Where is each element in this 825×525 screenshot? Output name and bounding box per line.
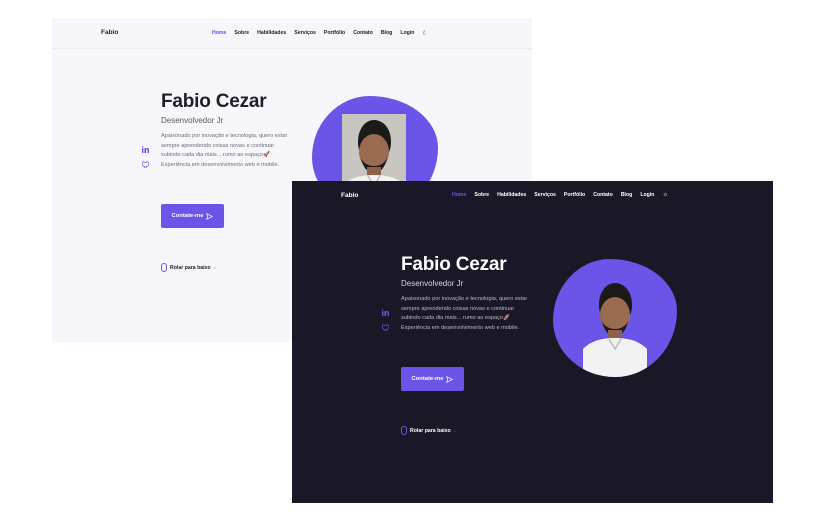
nav-blog[interactable]: Blog bbox=[621, 192, 633, 198]
nav-menu: Home Sobre Habilidades Serviços Portfóli… bbox=[452, 192, 668, 198]
logo[interactable]: Fabio bbox=[101, 29, 118, 36]
linkedin-icon[interactable] bbox=[142, 146, 149, 153]
contact-button-label: Contate-me bbox=[171, 213, 204, 219]
github-icon[interactable] bbox=[142, 161, 149, 169]
scroll-down[interactable]: Rolar para baixo ↓ bbox=[161, 263, 216, 272]
nav-sobre[interactable]: Sobre bbox=[474, 192, 489, 198]
send-icon bbox=[446, 375, 454, 383]
social-links bbox=[382, 309, 389, 332]
nav-login[interactable]: Login bbox=[640, 192, 654, 198]
mouse-icon bbox=[401, 426, 407, 435]
nav-home[interactable]: Home bbox=[212, 30, 226, 37]
profile-photo bbox=[553, 259, 677, 377]
sun-icon[interactable]: ☼ bbox=[662, 192, 668, 198]
scroll-label: Rolar para baixo bbox=[170, 264, 211, 271]
hero-name: Fabio Cezar bbox=[161, 91, 267, 112]
nav-portfolio[interactable]: Portfólio bbox=[564, 192, 585, 198]
github-icon[interactable] bbox=[382, 324, 389, 332]
send-icon bbox=[206, 212, 214, 220]
nav-servicos[interactable]: Serviços bbox=[534, 192, 556, 198]
nav-habilidades[interactable]: Habilidades bbox=[257, 30, 286, 37]
dark-theme-screenshot: Fabio Home Sobre Habilidades Serviços Po… bbox=[292, 181, 773, 503]
hero-role: Desenvolvedor Jr bbox=[401, 279, 464, 288]
navbar: Fabio Home Sobre Habilidades Serviços Po… bbox=[52, 18, 532, 49]
person-avatar bbox=[583, 277, 647, 377]
scroll-label: Rolar para baixo bbox=[410, 427, 451, 434]
mouse-icon bbox=[161, 263, 167, 272]
nav-blog[interactable]: Blog bbox=[381, 30, 393, 37]
contact-button-label: Contate-me bbox=[411, 376, 444, 382]
contact-button[interactable]: Contate-me bbox=[401, 367, 464, 391]
logo[interactable]: Fabio bbox=[341, 192, 358, 199]
nav-servicos[interactable]: Serviços bbox=[294, 30, 316, 37]
scroll-down[interactable]: Rolar para baixo ↓ bbox=[401, 426, 456, 435]
nav-menu: Home Sobre Habilidades Serviços Portfóli… bbox=[212, 30, 428, 37]
social-links bbox=[142, 146, 149, 169]
moon-icon[interactable]: ☾ bbox=[422, 30, 427, 37]
nav-habilidades[interactable]: Habilidades bbox=[497, 192, 526, 198]
hero-description: Apaixonado por inovação e tecnologia, qu… bbox=[161, 133, 288, 168]
nav-home[interactable]: Home bbox=[452, 192, 466, 198]
nav-sobre[interactable]: Sobre bbox=[234, 30, 249, 37]
nav-login[interactable]: Login bbox=[400, 30, 414, 37]
navbar: Fabio Home Sobre Habilidades Serviços Po… bbox=[292, 181, 773, 211]
nav-contato[interactable]: Contato bbox=[593, 192, 613, 198]
arrow-down-icon: ↓ bbox=[213, 264, 217, 271]
hero-name: Fabio Cezar bbox=[401, 254, 507, 275]
nav-contato[interactable]: Contato bbox=[353, 30, 373, 37]
hero-role: Desenvolvedor Jr bbox=[161, 116, 224, 125]
arrow-down-icon: ↓ bbox=[453, 427, 457, 434]
nav-portfolio[interactable]: Portfólio bbox=[324, 30, 345, 37]
contact-button[interactable]: Contate-me bbox=[161, 204, 224, 228]
linkedin-icon[interactable] bbox=[382, 309, 389, 316]
hero-description: Apaixonado por inovação e tecnologia, qu… bbox=[401, 296, 528, 331]
